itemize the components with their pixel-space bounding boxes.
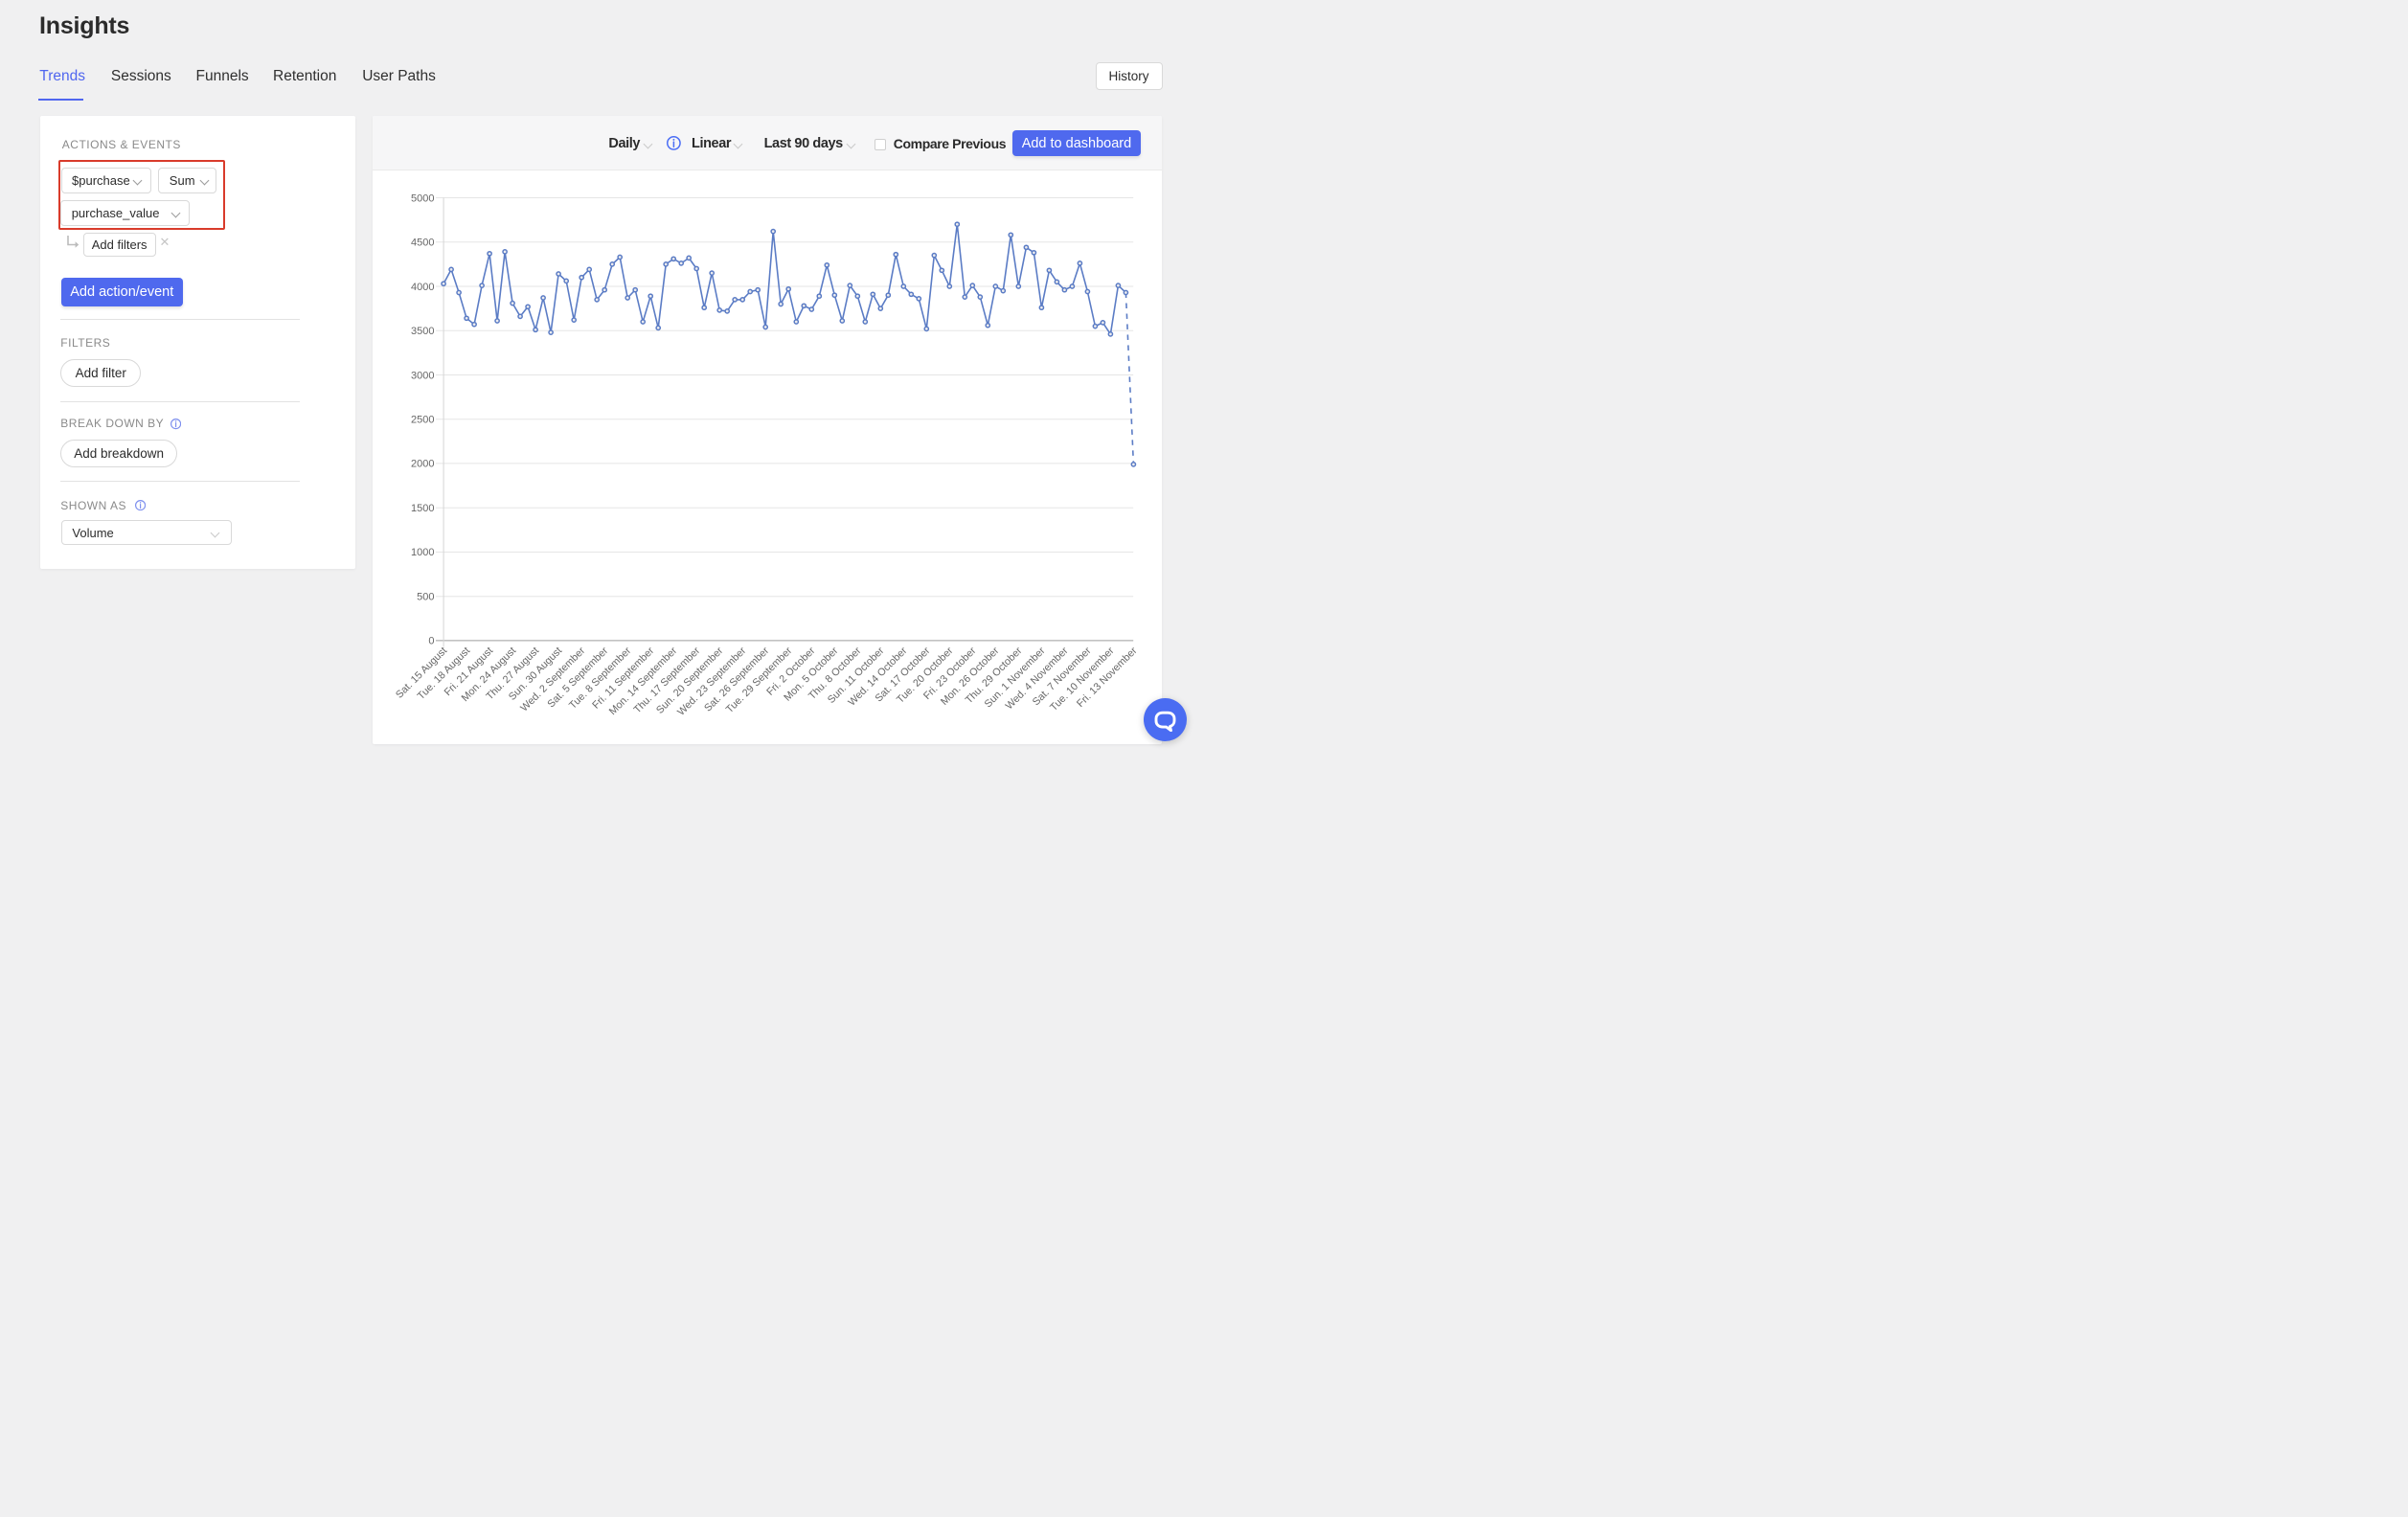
svg-text:0: 0 [428, 636, 434, 647]
svg-text:1000: 1000 [411, 547, 434, 558]
svg-text:5000: 5000 [411, 192, 434, 204]
svg-text:2500: 2500 [411, 415, 434, 426]
svg-text:500: 500 [417, 592, 434, 603]
svg-text:2000: 2000 [411, 459, 434, 470]
svg-text:4000: 4000 [411, 282, 434, 293]
svg-text:4500: 4500 [411, 238, 434, 249]
svg-text:3000: 3000 [411, 370, 434, 381]
svg-text:1500: 1500 [411, 503, 434, 514]
svg-text:3500: 3500 [411, 326, 434, 337]
